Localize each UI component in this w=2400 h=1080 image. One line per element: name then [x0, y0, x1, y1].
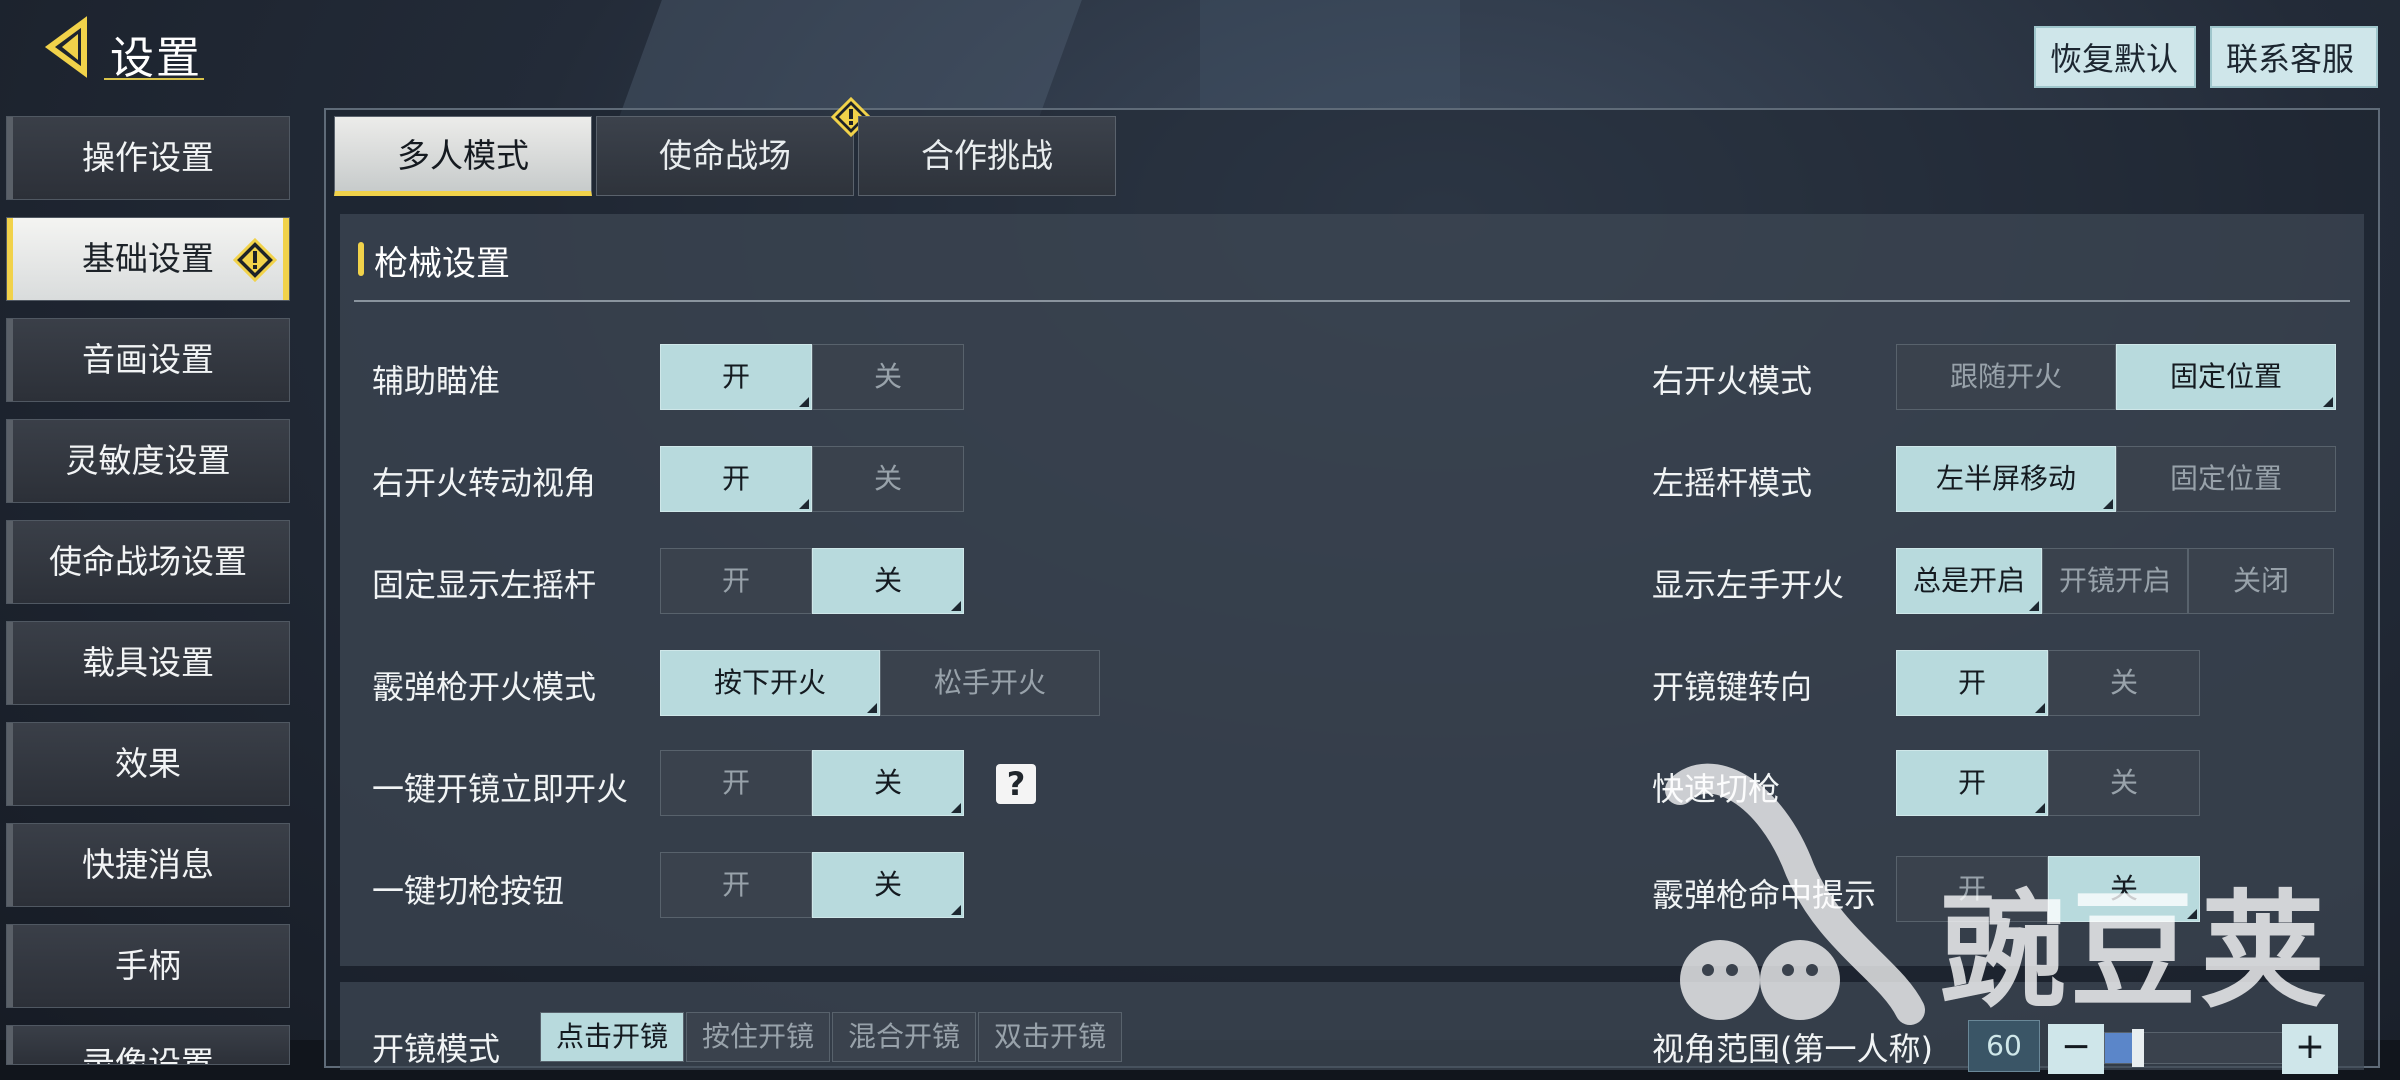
sidebar-item-label: 载具设置 [82, 643, 214, 682]
setting-label: 霰弹枪命中提示 [1652, 876, 1877, 914]
option-fixed-position[interactable]: 固定位置 [2116, 344, 2336, 410]
scope-key-turn-toggle: 开 关 [1896, 650, 2200, 716]
option-on[interactable]: 开 [660, 344, 812, 410]
option-off[interactable]: 关 [2048, 856, 2200, 922]
page-title: 设置 [110, 33, 202, 84]
sidebar: 操作设置 基础设置 音画设置 灵敏度设置 使命战场设置 载具设置 效果 快捷消息… [6, 116, 290, 1065]
option-off[interactable]: 关 [812, 446, 964, 512]
fov-slider-thumb[interactable] [2131, 1029, 2144, 1067]
sidebar-item-label: 操作设置 [82, 138, 214, 177]
tab-coop[interactable]: 合作挑战 [858, 116, 1116, 196]
setting-label: 霰弹枪开火模式 [372, 668, 597, 706]
sidebar-item-label: 灵敏度设置 [65, 441, 231, 480]
left-joystick-mode-toggle: 左半屏移动 固定位置 [1896, 446, 2336, 512]
sidebar-item-label: 效果 [115, 744, 181, 783]
sidebar-item-label: 使命战场设置 [49, 542, 247, 581]
sidebar-item-quick-messages[interactable]: 快捷消息 [6, 823, 290, 907]
option-left-half-screen[interactable]: 左半屏移动 [1896, 446, 2116, 512]
quick-switch-weapon-toggle: 开 关 [1896, 750, 2200, 816]
right-fire-mode-toggle: 跟随开火 固定位置 [1896, 344, 2336, 410]
shotgun-fire-mode-toggle: 按下开火 松手开火 [660, 650, 1100, 716]
warning-icon [233, 238, 277, 282]
aim-assist-toggle: 开 关 [660, 344, 964, 410]
sidebar-item-label: 快捷消息 [82, 845, 214, 884]
setting-label: 辅助瞄准 [372, 362, 501, 400]
fov-increase-button[interactable]: + [2282, 1024, 2338, 1074]
title-underline [104, 78, 204, 80]
setting-label: 开镜键转向 [1652, 668, 1813, 706]
option-release-fire[interactable]: 松手开火 [880, 650, 1100, 716]
tab-label: 使命战场 [659, 136, 791, 175]
sidebar-item-controller[interactable]: 手柄 [6, 924, 290, 1008]
sidebar-item-audio-video[interactable]: 音画设置 [6, 318, 290, 402]
setting-label: 快速切枪 [1652, 770, 1781, 808]
shotgun-hit-hint-toggle: 开 关 [1896, 856, 2200, 922]
tab-multiplayer[interactable]: 多人模式 [334, 116, 592, 196]
sidebar-item-label: 手柄 [115, 946, 181, 985]
setting-label: 左摇杆模式 [1652, 464, 1813, 502]
sidebar-item-controls[interactable]: 操作设置 [6, 116, 290, 200]
fixed-left-joystick-toggle: 开 关 [660, 548, 964, 614]
back-button[interactable] [44, 16, 106, 78]
option-fixed-position[interactable]: 固定位置 [2116, 446, 2336, 512]
contact-support-button[interactable]: 联系客服 [2210, 26, 2378, 88]
option-off[interactable]: 关 [812, 852, 964, 918]
option-on[interactable]: 开 [1896, 650, 2048, 716]
sidebar-item-sensitivity[interactable]: 灵敏度设置 [6, 419, 290, 503]
help-icon[interactable]: ? [996, 764, 1036, 804]
option-off[interactable]: 关 [2048, 650, 2200, 716]
setting-label: 开镜模式 [372, 1030, 501, 1068]
option-off[interactable]: 关 [812, 344, 964, 410]
setting-label: 显示左手开火 [1652, 566, 1845, 604]
option-mixed-scope[interactable]: 混合开镜 [832, 1012, 976, 1062]
option-press-fire[interactable]: 按下开火 [660, 650, 880, 716]
left-hand-fire-toggle: 总是开启 开镜开启 关闭 [1896, 548, 2334, 614]
option-hold-scope[interactable]: 按住开镜 [686, 1012, 830, 1062]
fov-value: 60 [1968, 1020, 2040, 1072]
fov-decrease-button[interactable]: − [2048, 1024, 2104, 1074]
back-arrow-icon [44, 16, 87, 78]
setting-label: 一键切枪按钮 [372, 872, 565, 910]
setting-label: 右开火模式 [1652, 362, 1813, 400]
one-tap-scope-fire-toggle: 开 关 [660, 750, 964, 816]
option-on[interactable]: 开 [1896, 750, 2048, 816]
sidebar-item-label: 音画设置 [82, 340, 214, 379]
option-on[interactable]: 开 [660, 446, 812, 512]
option-follow-fire[interactable]: 跟随开火 [1896, 344, 2116, 410]
setting-label: 视角范围(第一人称) [1652, 1030, 1933, 1068]
mode-tabs: 多人模式 使命战场 合作挑战 [334, 97, 1120, 202]
fov-slider[interactable] [2104, 1029, 2284, 1067]
option-on[interactable]: 开 [660, 852, 812, 918]
fov-slider-fill [2105, 1033, 2132, 1063]
option-off[interactable]: 关闭 [2188, 548, 2334, 614]
option-off[interactable]: 关 [812, 750, 964, 816]
sidebar-item-recording[interactable]: 录像设置 [6, 1025, 290, 1065]
setting-label: 一键开镜立即开火 [372, 770, 629, 808]
section-title: 枪械设置 [358, 236, 510, 285]
restore-default-button[interactable]: 恢复默认 [2034, 26, 2196, 88]
background-shape [1200, 0, 1460, 110]
option-double-tap-scope[interactable]: 双击开镜 [978, 1012, 1122, 1062]
sidebar-item-vehicle[interactable]: 载具设置 [6, 621, 290, 705]
right-fire-rotate-toggle: 开 关 [660, 446, 964, 512]
option-on[interactable]: 开 [1896, 856, 2048, 922]
sidebar-item-effects[interactable]: 效果 [6, 722, 290, 806]
option-on[interactable]: 开 [660, 750, 812, 816]
option-scope-on[interactable]: 开镜开启 [2042, 548, 2188, 614]
sidebar-item-label: 基础设置 [82, 239, 214, 278]
option-always-on[interactable]: 总是开启 [1896, 548, 2042, 614]
option-off[interactable]: 关 [2048, 750, 2200, 816]
setting-label: 固定显示左摇杆 [372, 566, 597, 604]
sidebar-item-basic[interactable]: 基础设置 [6, 217, 290, 301]
divider [354, 300, 2350, 302]
sidebar-item-battle-royale[interactable]: 使命战场设置 [6, 520, 290, 604]
tab-battle-royale[interactable]: 使命战场 [596, 97, 871, 196]
option-off[interactable]: 关 [812, 548, 964, 614]
one-tap-switch-weapon-toggle: 开 关 [660, 852, 964, 918]
setting-label: 右开火转动视角 [372, 464, 597, 502]
option-tap-scope[interactable]: 点击开镜 [540, 1012, 684, 1062]
option-on[interactable]: 开 [660, 548, 812, 614]
sidebar-item-label: 录像设置 [82, 1044, 214, 1065]
